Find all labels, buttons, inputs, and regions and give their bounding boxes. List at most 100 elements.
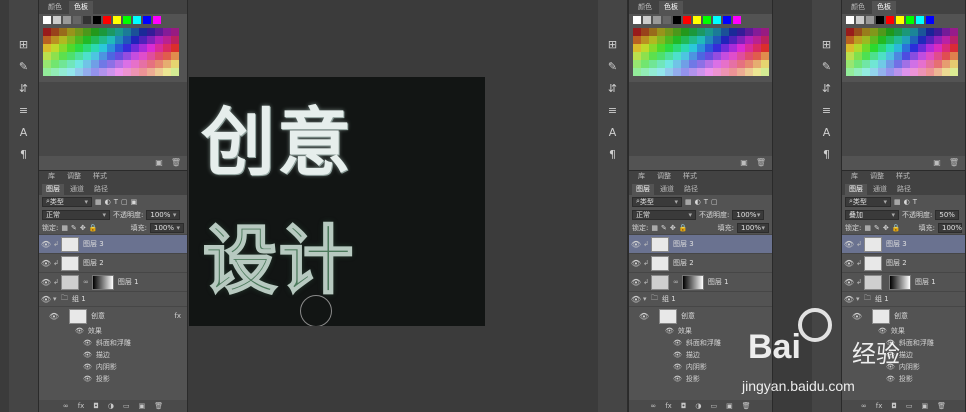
lock-paint-icon[interactable]: ✎ <box>71 224 77 232</box>
swatch[interactable] <box>846 52 854 60</box>
swatch[interactable] <box>926 16 934 24</box>
tab-layers[interactable]: 图层 <box>632 184 654 195</box>
swatch[interactable] <box>918 36 926 44</box>
lock-paint-icon[interactable]: ✎ <box>874 224 880 232</box>
fx-icon[interactable]: fx <box>174 312 181 320</box>
swatch[interactable] <box>641 36 649 44</box>
swatch[interactable] <box>870 36 878 44</box>
swatch[interactable] <box>950 36 958 44</box>
swatch[interactable] <box>683 16 691 24</box>
swatch[interactable] <box>67 44 75 52</box>
swatch[interactable] <box>43 60 51 68</box>
fx-add-icon[interactable]: fx <box>665 402 672 410</box>
swatch[interactable] <box>641 60 649 68</box>
swatch[interactable] <box>59 44 67 52</box>
swatch[interactable] <box>107 52 115 60</box>
tab-color[interactable]: 颜色 <box>633 1 657 14</box>
blend-mode-select[interactable]: 正常 <box>42 209 110 220</box>
swatch[interactable] <box>171 60 179 68</box>
swatch[interactable] <box>729 52 737 60</box>
text-layer-row[interactable]: 👁 创意 fx <box>39 306 187 325</box>
swatch[interactable] <box>745 60 753 68</box>
swatch[interactable] <box>721 52 729 60</box>
eye-icon[interactable]: 👁 <box>39 278 53 287</box>
lock-all-icon[interactable]: 🔒 <box>89 224 98 232</box>
pixel-filter-icon[interactable]: ▦ <box>685 198 692 206</box>
swatch[interactable] <box>870 60 878 68</box>
swatch[interactable] <box>926 36 934 44</box>
swatch[interactable] <box>910 36 918 44</box>
swatch[interactable] <box>131 52 139 60</box>
swatch[interactable] <box>689 68 697 76</box>
tab-channels[interactable]: 通道 <box>66 184 88 195</box>
swatch[interactable] <box>633 44 641 52</box>
swatch[interactable] <box>75 68 83 76</box>
swatch[interactable] <box>657 28 665 36</box>
filter-kind-select[interactable]: ⌕ 类型 <box>845 196 891 207</box>
opacity-input[interactable]: 100% <box>732 209 765 220</box>
swatch[interactable] <box>886 16 894 24</box>
swatch[interactable] <box>878 52 886 60</box>
swatch[interactable] <box>854 44 862 52</box>
swatch[interactable] <box>73 16 81 24</box>
swatch[interactable] <box>918 68 926 76</box>
eye-icon[interactable]: 👁 <box>629 240 643 249</box>
layer-row[interactable]: 👁 ↲ 图层 3 <box>629 234 772 253</box>
swatch[interactable] <box>705 68 713 76</box>
swatch[interactable] <box>91 28 99 36</box>
swatch[interactable] <box>75 52 83 60</box>
swatch[interactable] <box>665 60 673 68</box>
swatch[interactable] <box>886 36 894 44</box>
swatch[interactable] <box>633 68 641 76</box>
swatch[interactable] <box>934 36 942 44</box>
swatch[interactable] <box>51 44 59 52</box>
tab-layers[interactable]: 图层 <box>845 184 867 195</box>
layer-row[interactable]: 👁 ↲ 图层 2 <box>629 253 772 272</box>
properties-icon[interactable]: ≡ <box>817 102 837 120</box>
swatch[interactable] <box>139 60 147 68</box>
trash-icon[interactable]: 🗑 <box>949 158 959 168</box>
swatch[interactable] <box>761 44 769 52</box>
swatch[interactable] <box>950 28 958 36</box>
character-icon[interactable]: A <box>14 124 34 142</box>
expand-arrow-icon[interactable]: ▾ <box>643 295 651 303</box>
swatch[interactable] <box>753 36 761 44</box>
tab-styles[interactable]: 样式 <box>88 170 112 183</box>
brush-settings-icon[interactable]: ✎ <box>14 58 34 76</box>
swatch[interactable] <box>950 52 958 60</box>
swatch[interactable] <box>43 36 51 44</box>
swatch[interactable] <box>649 44 657 52</box>
swatch[interactable] <box>894 68 902 76</box>
swatch[interactable] <box>107 60 115 68</box>
swatch[interactable] <box>649 52 657 60</box>
swatch[interactable] <box>697 44 705 52</box>
swatch[interactable] <box>641 52 649 60</box>
swatch[interactable] <box>713 16 721 24</box>
eye-icon[interactable]: 👁 <box>673 351 682 359</box>
swatch[interactable] <box>43 44 51 52</box>
swatch[interactable] <box>761 36 769 44</box>
swatch[interactable] <box>123 60 131 68</box>
swatch[interactable] <box>894 28 902 36</box>
swatch[interactable] <box>705 44 713 52</box>
swatch[interactable] <box>737 60 745 68</box>
swatch[interactable] <box>133 16 141 24</box>
shape-filter-icon[interactable]: ▢ <box>711 198 718 206</box>
swatch[interactable] <box>665 68 673 76</box>
eye-icon[interactable]: 👁 <box>39 295 53 304</box>
swatch[interactable] <box>99 52 107 60</box>
new-swatch-icon[interactable]: ▣ <box>933 158 941 168</box>
link-layers-icon[interactable]: ∞ <box>650 402 656 410</box>
swatch[interactable] <box>59 68 67 76</box>
swatch[interactable] <box>761 28 769 36</box>
swatch[interactable] <box>171 52 179 60</box>
swatch[interactable] <box>878 60 886 68</box>
swatch[interactable] <box>926 44 934 52</box>
swatch[interactable] <box>59 60 67 68</box>
type-filter-icon[interactable]: T <box>704 198 708 206</box>
eye-icon[interactable]: 👁 <box>83 351 92 359</box>
swatch[interactable] <box>75 44 83 52</box>
swatch[interactable] <box>657 36 665 44</box>
brush-settings-icon[interactable]: ✎ <box>817 58 837 76</box>
lock-all-icon[interactable]: 🔒 <box>892 224 901 232</box>
